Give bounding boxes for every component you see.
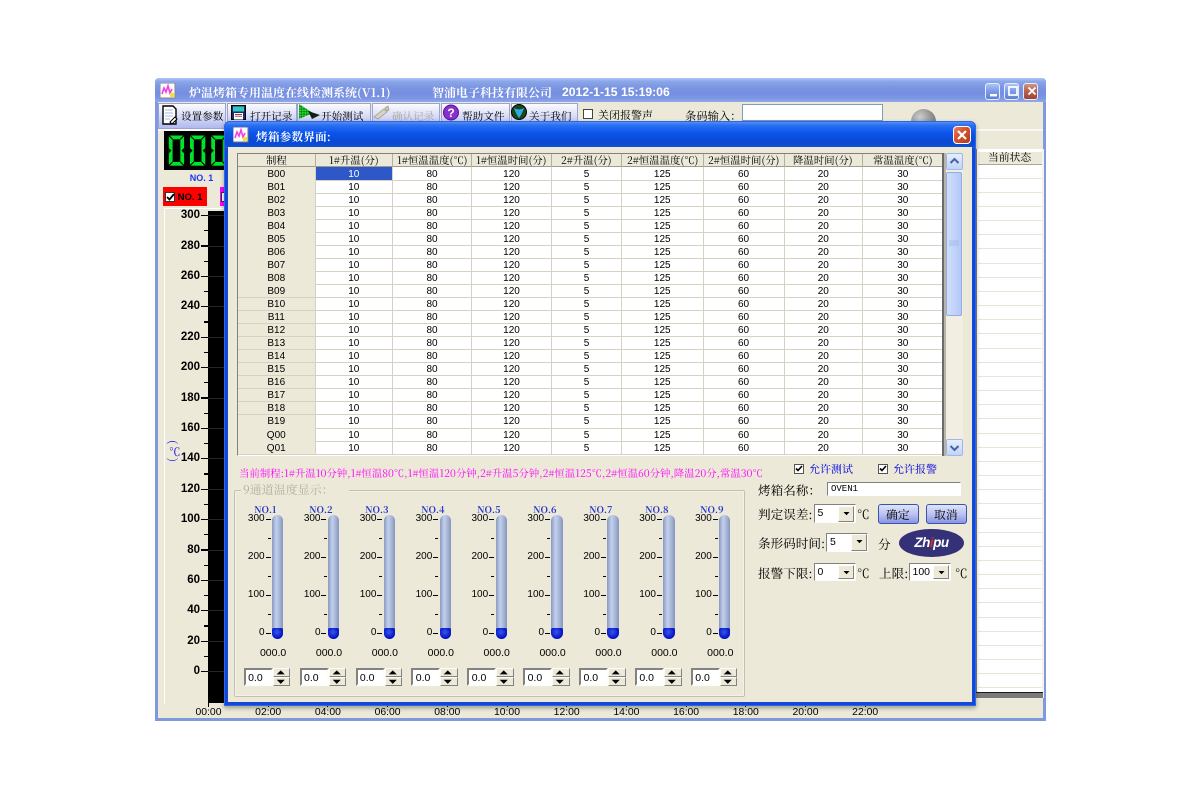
svg-text:?: ? <box>447 106 454 120</box>
